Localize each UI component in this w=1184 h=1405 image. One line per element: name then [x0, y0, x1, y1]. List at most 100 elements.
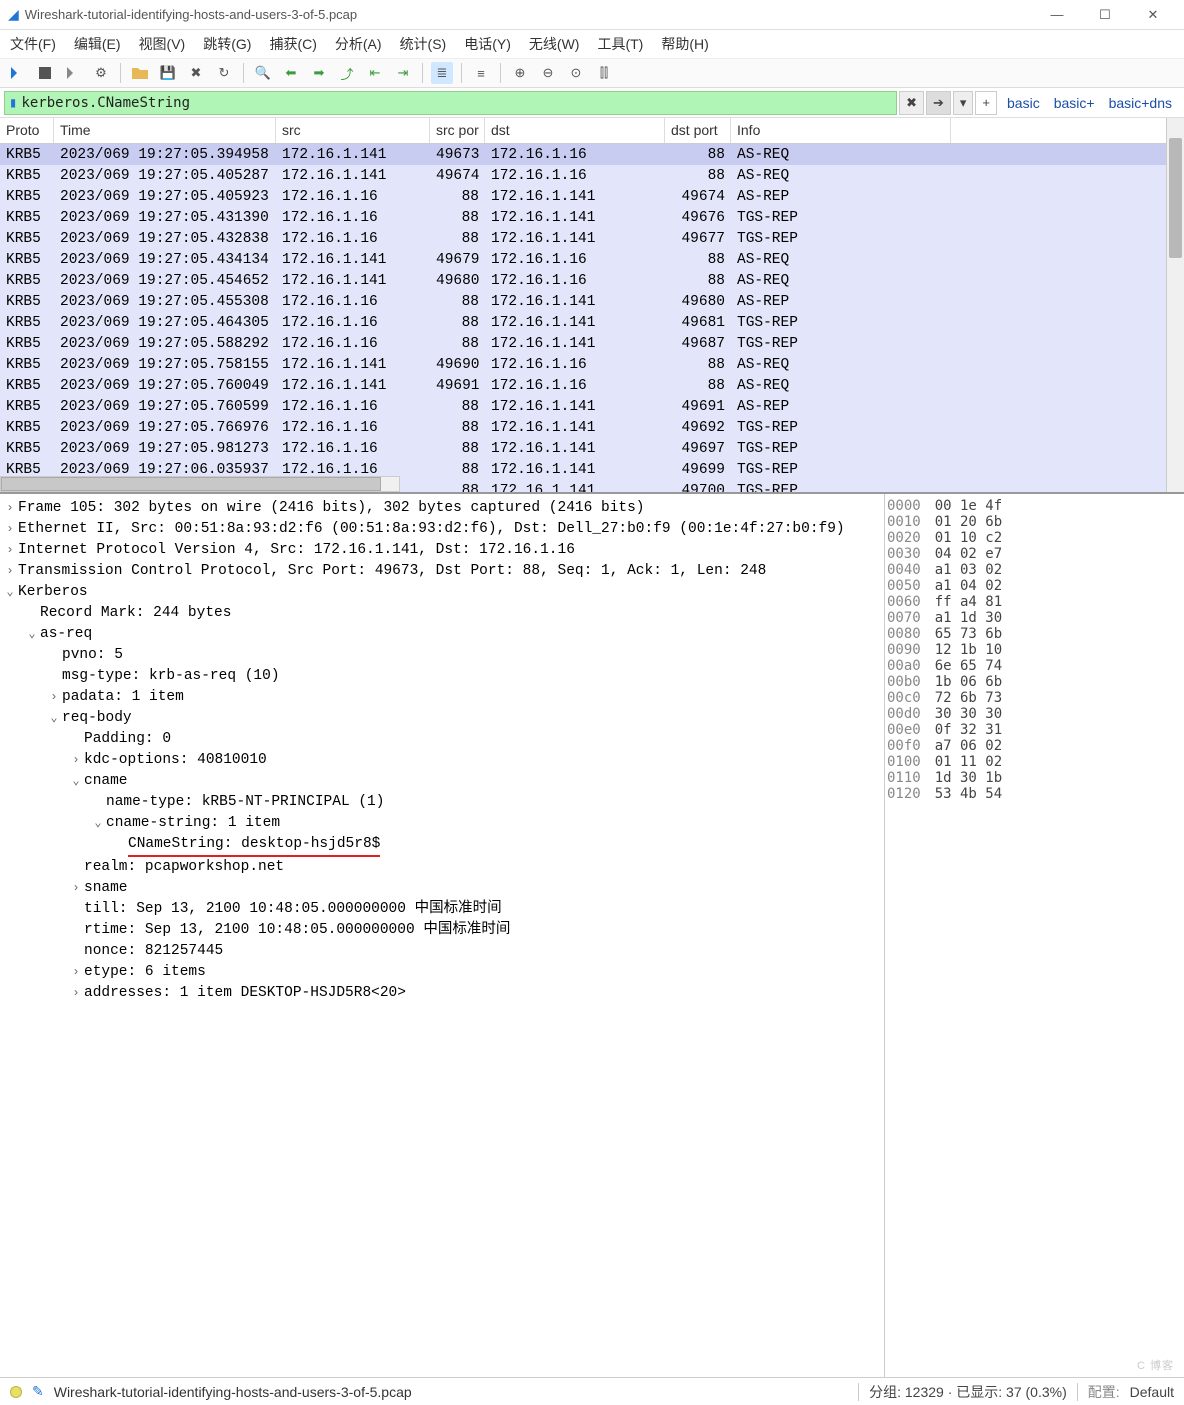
capture-file-properties-icon[interactable]: ✎: [32, 1383, 44, 1400]
menu-item[interactable]: 编辑(E): [74, 34, 121, 54]
twisty-icon[interactable]: ›: [2, 498, 18, 519]
hex-row[interactable]: 00d030 30 30: [887, 706, 1182, 722]
close-button[interactable]: ✕: [1130, 1, 1176, 29]
twisty-icon[interactable]: ›: [68, 878, 84, 899]
menu-item[interactable]: 分析(A): [335, 34, 382, 54]
packet-row[interactable]: KRB52023/069 19:27:05.758155172.16.1.141…: [0, 354, 1166, 375]
menu-item[interactable]: 工具(T): [597, 34, 643, 54]
menu-item[interactable]: 统计(S): [400, 34, 447, 54]
twisty-icon[interactable]: ›: [2, 540, 18, 561]
hex-row[interactable]: 01101d 30 1b: [887, 770, 1182, 786]
column-header-dstport[interactable]: dst port: [665, 118, 731, 143]
hex-row[interactable]: 000000 1e 4f: [887, 498, 1182, 514]
maximize-button[interactable]: ☐: [1082, 1, 1128, 29]
hex-row[interactable]: 0040a1 03 02: [887, 562, 1182, 578]
clear-filter-button[interactable]: ✖: [899, 91, 924, 115]
close-file-icon[interactable]: ✖: [185, 62, 207, 84]
column-header-dst[interactable]: dst: [485, 118, 665, 143]
filter-link[interactable]: basic+dns: [1109, 95, 1172, 111]
hex-row[interactable]: 010001 11 02: [887, 754, 1182, 770]
tree-row[interactable]: ⌄cname-string: 1 item: [2, 813, 882, 834]
zoom-out-icon[interactable]: ⊖: [537, 62, 559, 84]
tree-row[interactable]: ›etype: 6 items: [2, 962, 882, 983]
packet-row[interactable]: KRB52023/069 19:27:05.464305172.16.1.168…: [0, 312, 1166, 333]
menu-item[interactable]: 电话(Y): [464, 34, 511, 54]
packet-row[interactable]: KRB52023/069 19:27:05.455308172.16.1.168…: [0, 291, 1166, 312]
twisty-icon[interactable]: ›: [2, 519, 18, 540]
packet-list-hscroll[interactable]: [0, 476, 400, 492]
restart-capture-icon[interactable]: [62, 62, 84, 84]
menu-item[interactable]: 帮助(H): [661, 34, 708, 54]
find-icon[interactable]: 🔍: [252, 62, 274, 84]
menu-item[interactable]: 捕获(C): [269, 34, 316, 54]
tree-row[interactable]: msg-type: krb-as-req (10): [2, 666, 882, 687]
hex-row[interactable]: 0050a1 04 02: [887, 578, 1182, 594]
tree-row[interactable]: CNameString: desktop-hsjd5r8$: [2, 834, 882, 857]
tree-row[interactable]: pvno: 5: [2, 645, 882, 666]
packet-row[interactable]: KRB52023/069 19:27:05.766976172.16.1.168…: [0, 417, 1166, 438]
twisty-icon[interactable]: ⌄: [46, 708, 62, 729]
status-profile-value[interactable]: Default: [1130, 1384, 1174, 1400]
packet-row[interactable]: KRB52023/069 19:27:05.760049172.16.1.141…: [0, 375, 1166, 396]
hex-row[interactable]: 001001 20 6b: [887, 514, 1182, 530]
hex-row[interactable]: 00e00f 32 31: [887, 722, 1182, 738]
tree-row[interactable]: ›Frame 105: 302 bytes on wire (2416 bits…: [2, 498, 882, 519]
go-first-icon[interactable]: ⇤: [364, 62, 386, 84]
display-filter-input[interactable]: ▮ kerberos.CNameString: [4, 91, 897, 115]
packet-details-tree[interactable]: ›Frame 105: 302 bytes on wire (2416 bits…: [0, 494, 884, 1377]
zoom-reset-icon[interactable]: ⊙: [565, 62, 587, 84]
tree-row[interactable]: ⌄cname: [2, 771, 882, 792]
capture-options-icon[interactable]: ⚙: [90, 62, 112, 84]
packet-row[interactable]: KRB52023/069 19:27:05.760599172.16.1.168…: [0, 396, 1166, 417]
twisty-icon[interactable]: ›: [46, 687, 62, 708]
hex-row[interactable]: 008065 73 6b: [887, 626, 1182, 642]
twisty-icon[interactable]: ›: [68, 962, 84, 983]
menu-item[interactable]: 文件(F): [10, 34, 56, 54]
twisty-icon[interactable]: ⌄: [68, 771, 84, 792]
twisty-icon[interactable]: ⌄: [2, 582, 18, 603]
packet-row[interactable]: KRB52023/069 19:27:05.431390172.16.1.168…: [0, 207, 1166, 228]
column-header-info[interactable]: Info: [731, 118, 951, 143]
colorize-icon[interactable]: ≡: [470, 62, 492, 84]
tree-row[interactable]: Record Mark: 244 bytes: [2, 603, 882, 624]
packet-row[interactable]: KRB52023/069 19:27:05.432838172.16.1.168…: [0, 228, 1166, 249]
add-filter-button[interactable]: +: [975, 91, 997, 115]
hex-row[interactable]: 00b01b 06 6b: [887, 674, 1182, 690]
minimize-button[interactable]: —: [1034, 1, 1080, 29]
resize-columns-icon[interactable]: ⫿⫿: [593, 62, 615, 84]
tree-row[interactable]: till: Sep 13, 2100 10:48:05.000000000 中国…: [2, 899, 882, 920]
filter-link[interactable]: basic+: [1054, 95, 1095, 111]
hex-row[interactable]: 00a06e 65 74: [887, 658, 1182, 674]
twisty-icon[interactable]: ⌄: [24, 624, 40, 645]
tree-row[interactable]: ›Ethernet II, Src: 00:51:8a:93:d2:f6 (00…: [2, 519, 882, 540]
tree-row[interactable]: Padding: 0: [2, 729, 882, 750]
twisty-icon[interactable]: ›: [68, 750, 84, 771]
menu-item[interactable]: 无线(W): [529, 34, 580, 54]
packet-row[interactable]: KRB52023/069 19:27:05.981273172.16.1.168…: [0, 438, 1166, 459]
zoom-in-icon[interactable]: ⊕: [509, 62, 531, 84]
packet-list[interactable]: ProtoTimesrcsrc pordstdst portInfo KRB52…: [0, 118, 1166, 492]
go-to-packet-icon[interactable]: ⤴: [336, 62, 358, 84]
tree-row[interactable]: ›Transmission Control Protocol, Src Port…: [2, 561, 882, 582]
packet-row[interactable]: KRB52023/069 19:27:05.405287172.16.1.141…: [0, 165, 1166, 186]
packet-row[interactable]: KRB52023/069 19:27:05.434134172.16.1.141…: [0, 249, 1166, 270]
expert-info-icon[interactable]: [10, 1386, 22, 1398]
column-header-srcport[interactable]: src por: [430, 118, 485, 143]
tree-row[interactable]: ⌄as-req: [2, 624, 882, 645]
column-header-time[interactable]: Time: [54, 118, 276, 143]
tree-row[interactable]: ›sname: [2, 878, 882, 899]
twisty-icon[interactable]: ⌄: [90, 813, 106, 834]
column-header-src[interactable]: src: [276, 118, 430, 143]
hex-row[interactable]: 0070a1 1d 30: [887, 610, 1182, 626]
tree-row[interactable]: ›kdc-options: 40810010: [2, 750, 882, 771]
start-capture-icon[interactable]: [6, 62, 28, 84]
packet-row[interactable]: KRB52023/069 19:27:05.394958172.16.1.141…: [0, 144, 1166, 165]
autoscroll-icon[interactable]: ≣: [431, 62, 453, 84]
packet-row[interactable]: KRB52023/069 19:27:05.588292172.16.1.168…: [0, 333, 1166, 354]
hex-row[interactable]: 00f0a7 06 02: [887, 738, 1182, 754]
menu-item[interactable]: 视图(V): [139, 34, 186, 54]
tree-row[interactable]: rtime: Sep 13, 2100 10:48:05.000000000 中…: [2, 920, 882, 941]
go-forward-icon[interactable]: ➡: [308, 62, 330, 84]
open-file-icon[interactable]: [129, 62, 151, 84]
hex-row[interactable]: 00c072 6b 73: [887, 690, 1182, 706]
